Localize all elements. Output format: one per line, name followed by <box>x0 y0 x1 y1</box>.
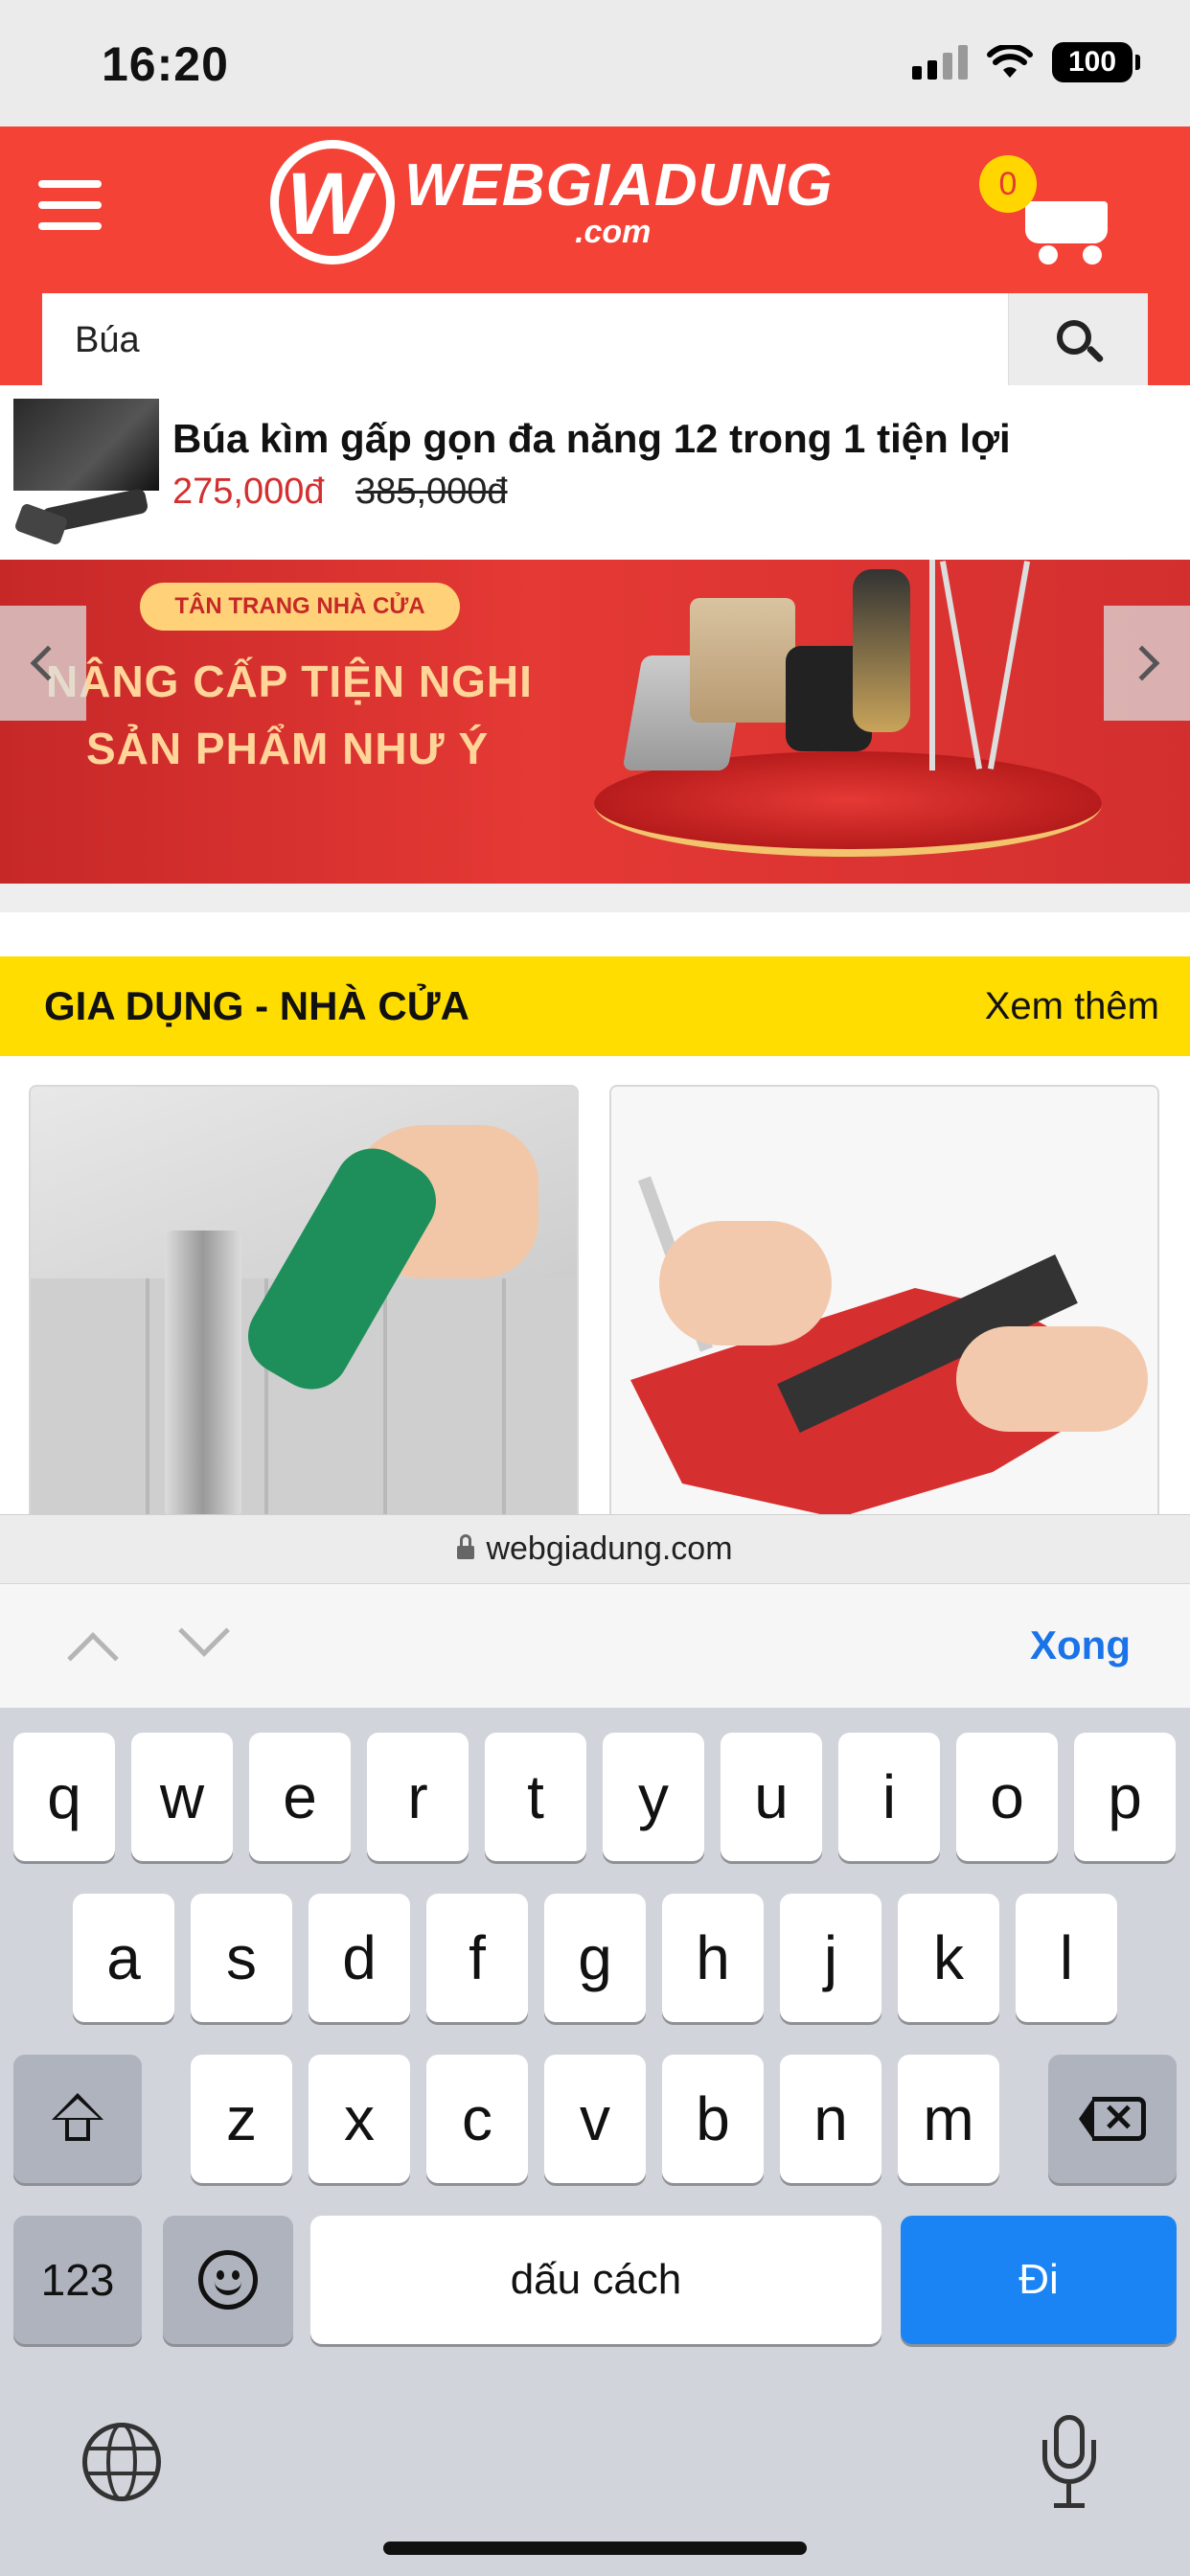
key-h[interactable]: h <box>662 1894 764 2022</box>
see-more-link[interactable]: Xem thêm <box>985 985 1159 1028</box>
tile-cutter-image <box>165 1230 241 1518</box>
shopping-cart-icon[interactable]: 0 <box>979 155 1108 264</box>
shift-key[interactable] <box>13 2055 142 2183</box>
key-p[interactable]: p <box>1074 1733 1176 1861</box>
key-v[interactable]: v <box>544 2055 646 2183</box>
key-u[interactable]: u <box>721 1733 822 1861</box>
emoji-icon <box>198 2250 258 2310</box>
globe-icon[interactable] <box>82 2423 161 2501</box>
chevron-down-icon[interactable] <box>178 1605 230 1657</box>
cart-count-badge: 0 <box>979 155 1037 213</box>
key-b[interactable]: b <box>662 2055 764 2183</box>
key-d[interactable]: d <box>309 1894 410 2022</box>
chevron-right-icon <box>1124 645 1160 681</box>
search-bar <box>42 293 1148 387</box>
key-z[interactable]: z <box>191 2055 292 2183</box>
browser-url-bar[interactable]: webgiadung.com <box>0 1514 1190 1583</box>
key-c[interactable]: c <box>426 2055 528 2183</box>
key-i[interactable]: i <box>838 1733 940 1861</box>
key-a[interactable]: a <box>73 1894 174 2022</box>
microphone-icon[interactable] <box>1041 2415 1098 2511</box>
url-text: webgiadung.com <box>486 1530 733 1567</box>
key-f[interactable]: f <box>426 1894 528 2022</box>
chevron-up-icon[interactable] <box>67 1632 119 1684</box>
numbers-key[interactable]: 123 <box>13 2216 142 2344</box>
space-key[interactable]: dấu cách <box>310 2216 881 2344</box>
divider <box>0 884 1190 912</box>
logo-name: WEBGIADUNG <box>404 152 834 218</box>
hamburger-menu-icon[interactable] <box>38 176 102 234</box>
backspace-key[interactable] <box>1048 2055 1177 2183</box>
key-m[interactable]: m <box>898 2055 999 2183</box>
status-icons: 100 <box>912 42 1140 82</box>
key-g[interactable]: g <box>544 1894 646 2022</box>
product-card[interactable] <box>29 1085 579 1526</box>
key-w[interactable]: w <box>131 1733 233 1861</box>
banner-headline-1: NÂNG CẤP TIỆN NGHI <box>46 656 533 706</box>
speaker-image <box>690 598 795 723</box>
cellular-signal-icon <box>912 45 968 80</box>
category-header: GIA DỤNG - NHÀ CỬA Xem thêm <box>0 956 1190 1056</box>
tripod-image <box>929 560 935 770</box>
chevron-left-icon <box>30 645 66 681</box>
logo-mark: W <box>270 140 395 264</box>
suggestion-price-new: 275,000đ <box>172 472 325 512</box>
promo-banner[interactable]: TÂN TRANG NHÀ CỬA NÂNG CẤP TIỆN NGHI SẢN… <box>0 560 1190 884</box>
done-button[interactable]: Xong <box>1030 1622 1131 1668</box>
suggestion-info: Búa kìm gấp gọn đa năng 12 trong 1 tiện … <box>172 416 1011 513</box>
search-button[interactable] <box>1008 293 1148 387</box>
key-n[interactable]: n <box>780 2055 881 2183</box>
key-s[interactable]: s <box>191 1894 292 2022</box>
battery-icon: 100 <box>1052 42 1140 82</box>
wifi-icon <box>987 45 1033 78</box>
key-t[interactable]: t <box>485 1733 586 1861</box>
site-logo[interactable]: W WEBGIADUNG .com <box>270 140 833 264</box>
key-j[interactable]: j <box>780 1894 881 2022</box>
key-l[interactable]: l <box>1016 1894 1117 2022</box>
lock-icon <box>457 1533 475 1563</box>
banner-next-button[interactable] <box>1104 606 1190 721</box>
suggestion-prices: 275,000đ 385,000đ <box>172 472 1011 513</box>
shaver-image <box>853 569 910 732</box>
go-key[interactable]: Đi <box>901 2216 1177 2344</box>
suggestion-price-old: 385,000đ <box>355 472 508 512</box>
logo-mark-letter: W <box>286 155 370 253</box>
search-suggestion-item[interactable]: Búa kìm gấp gọn đa năng 12 trong 1 tiện … <box>0 385 1190 560</box>
banner-prev-button[interactable] <box>0 606 86 721</box>
banner-headline-2: SẢN PHẨM NHƯ Ý <box>86 724 490 773</box>
logo-domain: .com <box>575 214 652 250</box>
logo-text: WEBGIADUNG .com <box>404 152 834 250</box>
backspace-icon <box>1079 2097 1146 2141</box>
key-y[interactable]: y <box>603 1733 704 1861</box>
keyboard-accessory-bar: Xong <box>0 1583 1190 1708</box>
key-k[interactable]: k <box>898 1894 999 2022</box>
emoji-key[interactable] <box>163 2216 293 2344</box>
product-card[interactable] <box>609 1085 1159 1526</box>
key-x[interactable]: x <box>309 2055 410 2183</box>
key-r[interactable]: r <box>367 1733 469 1861</box>
status-bar: 16:20 100 <box>0 0 1190 126</box>
home-indicator[interactable] <box>383 2542 807 2555</box>
suggestion-product-image <box>13 399 159 544</box>
key-q[interactable]: q <box>13 1733 115 1861</box>
key-o[interactable]: o <box>956 1733 1058 1861</box>
site-header: W WEBGIADUNG .com 0 <box>0 126 1190 387</box>
search-input[interactable] <box>42 293 1008 387</box>
category-title: GIA DỤNG - NHÀ CỬA <box>44 983 469 1028</box>
key-e[interactable]: e <box>249 1733 351 1861</box>
suggestion-title: Búa kìm gấp gọn đa năng 12 trong 1 tiện … <box>172 416 1011 461</box>
onscreen-keyboard: q w e r t y u i o p a s d f g h j k l z … <box>0 1708 1190 2576</box>
status-time: 16:20 <box>102 37 229 91</box>
shift-arrow-icon <box>52 2093 103 2145</box>
banner-tag: TÂN TRANG NHÀ CỬA <box>140 583 460 631</box>
